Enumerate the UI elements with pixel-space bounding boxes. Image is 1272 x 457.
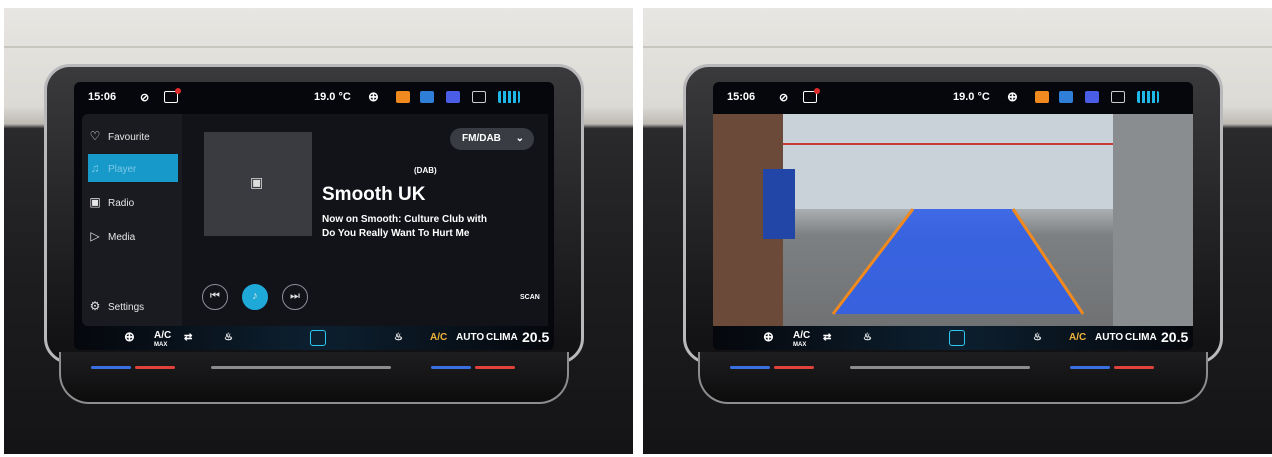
auto-button[interactable]: AUTO — [1095, 332, 1123, 343]
parking-icon[interactable] — [1085, 91, 1099, 106]
mute-button[interactable]: ♪ — [242, 284, 268, 310]
radio-sidebar: ♡ Favourite ♫ Player ▣ Radio ▷ Media ⚙ Settin… — [82, 114, 182, 326]
garage-door-windows — [783, 114, 1113, 209]
mute-icon: ♪ — [252, 290, 258, 302]
home-button[interactable] — [949, 330, 965, 349]
band-label: (DAB) — [414, 166, 437, 175]
status-bar: 15:06 ⊘ 19.0 °C ⊕ — [74, 82, 554, 112]
temp-slider-left-blue — [91, 366, 131, 369]
connectivity-icon: ⊘ — [140, 92, 150, 104]
wheelie-bin — [763, 169, 795, 239]
photo-reverse-camera: 15:06 ⊘ 19.0 °C ⊕ ⊕ A/C MAX ⇄ ♨ ♨ A/C AU… — [643, 8, 1272, 454]
volume-slider — [211, 366, 391, 369]
add-icon[interactable]: ⊕ — [1007, 89, 1018, 105]
previous-station-button[interactable]: ⏮ — [202, 284, 228, 310]
next-station-button[interactable]: ⏭ — [282, 284, 308, 310]
skip-forward-icon: ⏭ — [290, 290, 300, 302]
radio-placeholder-icon: ▣ — [250, 174, 264, 190]
recirculation-icon[interactable]: ⇄ — [823, 332, 831, 343]
climate-control-strip — [59, 352, 569, 404]
climate-bar: ⊕ A/C MAX ⇄ ♨ ♨ A/C AUTO CLIMA 20.5 — [713, 326, 1193, 350]
reverse-camera-view — [713, 114, 1193, 334]
assist-icon[interactable] — [1059, 91, 1073, 106]
volume-slider — [850, 366, 1030, 369]
gear-icon: ⚙ — [89, 299, 101, 313]
temp-slider-left-red — [135, 366, 175, 369]
temp-slider-left-blue — [730, 366, 770, 369]
chevron-down-icon: ⌄ — [515, 133, 524, 144]
temp-slider-left-red — [774, 366, 814, 369]
set-temperature[interactable]: 20.5 — [1161, 329, 1188, 345]
seat-heat-left-icon[interactable]: ♨ — [224, 332, 233, 343]
temp-slider-right-blue — [431, 366, 471, 369]
drive-mode-icon[interactable] — [1035, 91, 1049, 106]
seat-heat-left-icon[interactable]: ♨ — [863, 332, 872, 343]
connectivity-icon: ⊘ — [779, 92, 789, 104]
infotainment-screen: 15:06 ⊘ 19.0 °C ⊕ ♡ Favourite ♫ Player ▣ Ra… — [74, 82, 554, 350]
infotainment-screen: 15:06 ⊘ 19.0 °C ⊕ ⊕ A/C MAX ⇄ ♨ ♨ A/C AU… — [713, 82, 1193, 350]
station-name: Smooth UK — [322, 184, 426, 205]
notification-dot — [175, 88, 181, 94]
scan-button[interactable]: SCAN — [520, 294, 540, 301]
now-playing-line-2: Do You Really Want To Hurt Me — [322, 228, 470, 239]
vehicle-icon[interactable] — [1111, 91, 1125, 106]
apps-grid-icon[interactable] — [498, 91, 520, 106]
status-bar: 15:06 ⊘ 19.0 °C ⊕ — [713, 82, 1193, 112]
camera-scene — [713, 114, 1193, 334]
ac-button[interactable]: A/C — [1069, 332, 1086, 343]
temp-slider-right-red — [1114, 366, 1154, 369]
home-button[interactable] — [310, 330, 326, 349]
station-artwork: ▣ — [204, 132, 312, 236]
climate-add-icon[interactable]: ⊕ — [124, 329, 135, 345]
temp-slider-right-red — [475, 366, 515, 369]
photo-radio-screen: 15:06 ⊘ 19.0 °C ⊕ ♡ Favourite ♫ Player ▣ Ra… — [4, 8, 633, 454]
notification-dot — [814, 88, 820, 94]
set-temperature[interactable]: 20.5 — [522, 329, 549, 345]
add-icon[interactable]: ⊕ — [368, 89, 379, 105]
vehicle-icon[interactable] — [472, 91, 486, 106]
now-playing-panel: ▣ FM/DAB ⌄ (DAB) Smooth UK Now on Smooth… — [182, 114, 548, 326]
clock: 15:06 — [88, 91, 117, 103]
garage-wall-right — [1113, 114, 1193, 334]
clima-button[interactable]: CLIMA — [1125, 332, 1157, 343]
drive-mode-icon[interactable] — [396, 91, 410, 106]
auto-button[interactable]: AUTO — [456, 332, 484, 343]
ac-max-button[interactable]: A/C MAX — [793, 331, 810, 349]
climate-bar: ⊕ A/C MAX ⇄ ♨ ♨ A/C AUTO CLIMA 20.5 — [74, 326, 554, 350]
climate-control-strip — [698, 352, 1208, 404]
parking-icon[interactable] — [446, 91, 460, 106]
now-playing-line-1: Now on Smooth: Culture Club with — [322, 214, 487, 225]
seat-heat-right-icon[interactable]: ♨ — [1033, 332, 1042, 343]
skip-back-icon: ⏮ — [210, 290, 220, 302]
heart-icon: ♡ — [89, 129, 101, 143]
seat-heat-right-icon[interactable]: ♨ — [394, 332, 403, 343]
temp-slider-right-blue — [1070, 366, 1110, 369]
parking-guide-area — [833, 209, 1083, 314]
climate-add-icon[interactable]: ⊕ — [763, 329, 774, 345]
message-icon[interactable] — [803, 88, 820, 106]
sidebar-item-media[interactable]: ▷ Media — [88, 222, 178, 250]
clima-button[interactable]: CLIMA — [486, 332, 518, 343]
sidebar-item-radio[interactable]: ▣ Radio — [88, 188, 178, 216]
ac-button[interactable]: A/C — [430, 332, 447, 343]
outside-temperature: 19.0 °C — [314, 91, 351, 103]
sidebar-item-favourite[interactable]: ♡ Favourite — [88, 122, 178, 150]
source-dropdown[interactable]: FM/DAB ⌄ — [450, 128, 534, 150]
play-circle-icon: ▷ — [90, 229, 100, 243]
clock: 15:06 — [727, 91, 756, 103]
apps-grid-icon[interactable] — [1137, 91, 1159, 106]
recirculation-icon[interactable]: ⇄ — [184, 332, 192, 343]
music-note-icon: ♫ — [90, 161, 100, 175]
message-icon[interactable] — [164, 88, 181, 106]
wall-trim — [643, 46, 1272, 48]
outside-temperature: 19.0 °C — [953, 91, 990, 103]
radio-icon: ▣ — [89, 195, 101, 209]
assist-icon[interactable] — [420, 91, 434, 106]
ac-max-button[interactable]: A/C MAX — [154, 331, 171, 349]
sidebar-item-settings[interactable]: ⚙ Settings — [88, 292, 178, 320]
sidebar-item-player[interactable]: ♫ Player — [88, 154, 178, 182]
wall-trim — [4, 46, 633, 48]
